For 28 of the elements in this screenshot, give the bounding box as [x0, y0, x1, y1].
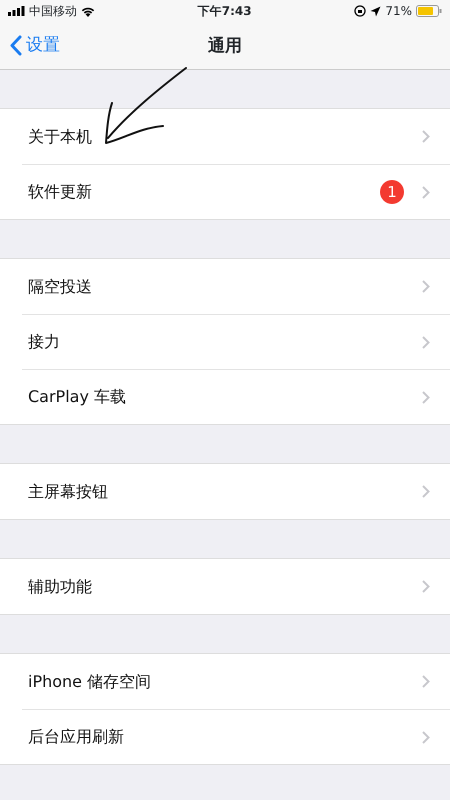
page-title: 通用: [208, 36, 242, 56]
chevron-right-icon: [422, 675, 430, 688]
chevron-right-icon: [422, 130, 430, 143]
wifi-icon: [81, 6, 95, 16]
settings-row[interactable]: 隔空投送: [22, 259, 450, 314]
chevron-right-icon: [422, 280, 430, 293]
status-time: 下午7:43: [198, 3, 252, 20]
notification-badge: 1: [380, 180, 404, 204]
chevron-right-icon: [422, 186, 430, 198]
settings-row[interactable]: 接力: [22, 314, 450, 369]
orientation-lock-icon: [354, 5, 366, 17]
chevron-right-icon: [422, 580, 430, 593]
chevron-right-icon: [422, 390, 430, 404]
settings-row[interactable]: iPhone 储存空间: [22, 654, 450, 709]
battery-icon: [416, 5, 442, 17]
chevron-right-icon: [422, 730, 430, 744]
signal-icon: [8, 6, 25, 16]
back-button[interactable]: 设置: [0, 32, 60, 58]
carrier-name: 中国移动: [29, 3, 77, 20]
battery-percent: 71%: [385, 3, 412, 20]
location-arrow-icon: [370, 6, 382, 16]
settings-row[interactable]: 软件更新 1: [22, 164, 450, 219]
settings-row[interactable]: CarPlay 车载: [22, 369, 450, 424]
chevron-left-icon: [10, 35, 22, 56]
settings-row[interactable]: 关于本机: [22, 109, 450, 164]
chevron-right-icon: [422, 336, 430, 348]
chevron-right-icon: [422, 485, 430, 498]
settings-row[interactable]: 后台应用刷新: [22, 709, 450, 764]
